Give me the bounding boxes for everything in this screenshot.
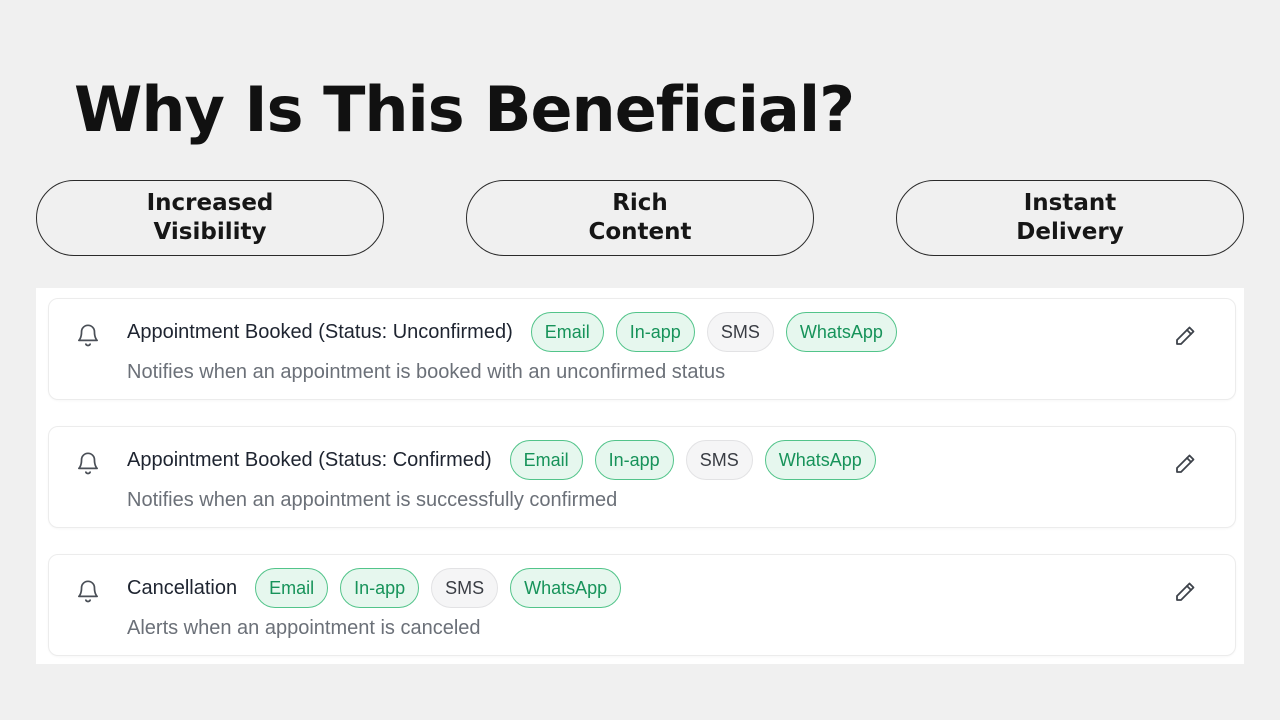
- notification-card-confirmed: Appointment Booked (Status: Confirmed) E…: [48, 426, 1236, 528]
- pencil-edit-icon[interactable]: [1173, 451, 1197, 477]
- channel-tag-sms[interactable]: SMS: [431, 568, 499, 608]
- channel-tag-sms[interactable]: SMS: [685, 440, 753, 480]
- pencil-edit-icon[interactable]: [1173, 579, 1197, 605]
- channel-tag-whatsapp[interactable]: WhatsApp: [510, 568, 622, 608]
- notification-description: Notifies when an appointment is successf…: [127, 489, 618, 511]
- notification-header: Appointment Booked (Status: Unconfirmed)…: [127, 311, 909, 353]
- benefit-pill-rich-content: Rich Content: [466, 180, 814, 256]
- benefit-label: Instant Delivery: [1016, 190, 1124, 245]
- channel-tag-email[interactable]: Email: [530, 312, 604, 352]
- channel-tag-email[interactable]: Email: [509, 440, 583, 480]
- bell-icon: [77, 452, 99, 475]
- notification-header: Cancellation Email In-app SMS WhatsApp: [127, 567, 633, 609]
- notification-card-cancellation: Cancellation Email In-app SMS WhatsApp A…: [48, 554, 1236, 656]
- benefit-pill-increased-visibility: Increased Visibility: [36, 180, 384, 256]
- bell-icon: [77, 324, 99, 347]
- notification-description: Alerts when an appointment is canceled: [127, 617, 481, 639]
- channel-tag-in-app[interactable]: In-app: [594, 440, 674, 480]
- notification-title: Cancellation: [127, 576, 238, 599]
- bell-icon: [77, 580, 99, 603]
- channel-tag-email[interactable]: Email: [255, 568, 329, 608]
- channel-tag-sms[interactable]: SMS: [706, 312, 774, 352]
- notification-card-unconfirmed: Appointment Booked (Status: Unconfirmed)…: [48, 298, 1236, 400]
- channel-tag-whatsapp[interactable]: WhatsApp: [764, 440, 876, 480]
- channel-tag-whatsapp[interactable]: WhatsApp: [785, 312, 897, 352]
- benefit-pill-instant-delivery: Instant Delivery: [896, 180, 1244, 256]
- slide-title: Why Is This Beneficial?: [74, 73, 855, 146]
- channel-tag-in-app[interactable]: In-app: [615, 312, 695, 352]
- pencil-edit-icon[interactable]: [1173, 323, 1197, 349]
- notification-settings-panel: Appointment Booked (Status: Unconfirmed)…: [36, 288, 1244, 664]
- notification-title: Appointment Booked (Status: Confirmed): [127, 448, 492, 471]
- notification-title: Appointment Booked (Status: Unconfirmed): [127, 320, 513, 343]
- benefit-label: Rich Content: [588, 190, 692, 245]
- notification-description: Notifies when an appointment is booked w…: [127, 361, 726, 383]
- benefit-label: Increased Visibility: [146, 190, 274, 245]
- channel-tag-in-app[interactable]: In-app: [340, 568, 420, 608]
- notification-header: Appointment Booked (Status: Confirmed) E…: [127, 439, 888, 481]
